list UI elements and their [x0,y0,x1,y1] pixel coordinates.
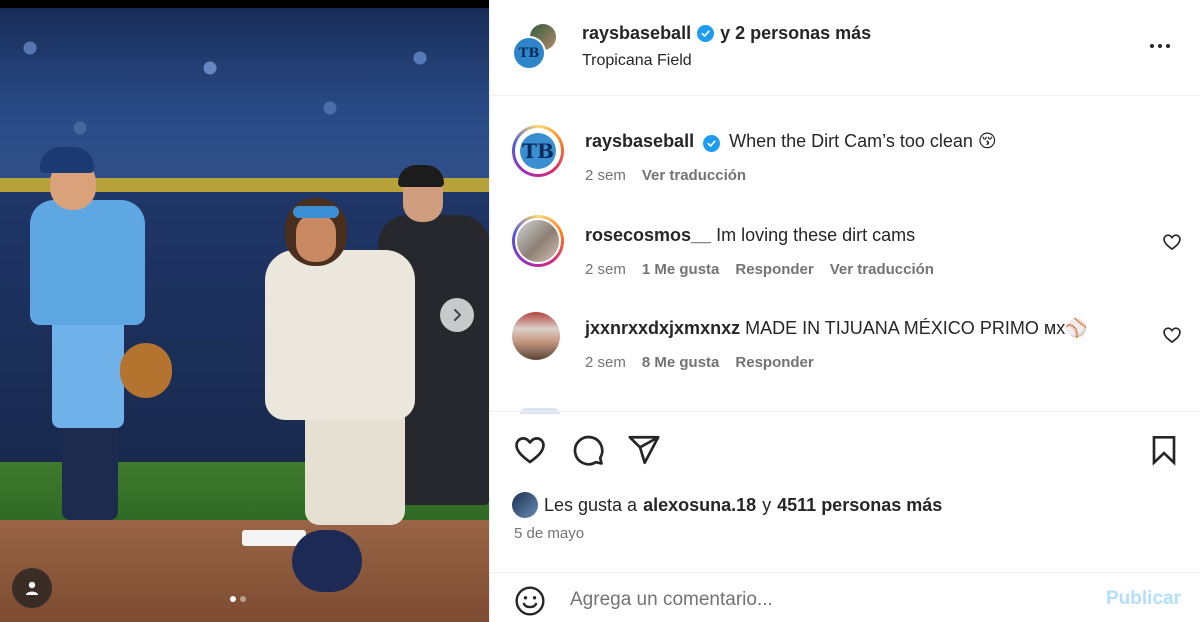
comment-meta: 2 sem 8 Me gusta Responder [585,354,814,371]
post-date[interactable]: 5 de mayo [514,525,584,542]
comment-reply-button[interactable]: Responder [735,354,813,371]
comment-text: jxxnrxxdxjxmxnxz MADE IN TIJUANA MÉXICO … [585,318,1088,339]
header-username[interactable]: raysbaseball [582,23,691,44]
next-arrow-icon [454,309,461,321]
umpire-cap [398,165,444,187]
comment-likes[interactable]: 1 Me gusta [642,261,720,278]
more-options-icon[interactable] [1145,36,1175,56]
batting-helmet [292,530,362,592]
likes-summary[interactable]: Les gusta a alexosuna.18 y 4511 personas… [512,492,942,518]
post-photo[interactable] [0,0,489,622]
player-rays-jersey [265,250,415,420]
like-button[interactable] [512,432,548,468]
comment-body: MADE IN TIJUANA MÉXICO PRIMO ᴍx⚾ [745,318,1088,338]
caption-body: When the Dirt Cam’s too clean 😚 [729,131,997,151]
verified-icon [703,135,721,152]
comment-translate[interactable]: Ver traducción [830,261,934,278]
player-blue-jays-jersey [30,200,145,325]
post-actions: Les gusta a alexosuna.18 y 4511 personas… [490,411,1200,622]
collab-avatar-primary: TB [512,36,546,70]
comments-list[interactable]: TB raysbaseball When the Dirt Cam’s too … [490,97,1200,411]
emoji-button[interactable] [512,583,548,619]
carousel-dot-active [230,596,236,602]
likes-prefix: Les gusta a [544,494,638,515]
caption-username[interactable]: raysbaseball [585,131,694,151]
player-blue-jays-legs [52,318,124,428]
likes-user[interactable]: alexosuna.18 [643,495,756,516]
player-blue-jays-cap [40,147,94,173]
comment-username[interactable]: jxxnrxxdxjxmxnxz [585,318,740,338]
share-icon [628,435,660,465]
likes-conj: y [762,494,772,515]
collab-avatars[interactable]: TB [512,22,560,72]
comment-avatar[interactable] [512,312,560,360]
comment-meta: 2 sem 1 Me gusta Responder Ver traducció… [585,261,934,278]
comment-input[interactable] [570,585,1090,615]
heart-icon[interactable] [1162,232,1182,252]
save-button[interactable] [1146,432,1182,468]
comment-reply-button[interactable]: Responder [735,261,813,278]
comment-username[interactable]: rosecosmos__ [585,225,711,245]
player-glove [120,343,172,398]
rays-logo: TB [520,133,556,169]
header-collaborators[interactable]: y 2 personas más [720,23,871,44]
liker-avatar [512,492,538,518]
tagged-users-button[interactable] [12,568,52,608]
caption-avatar[interactable]: TB [512,125,564,177]
caption-meta: 2 sem Ver traducción [585,167,746,184]
publish-button[interactable]: Publicar [1106,588,1181,610]
header-author: raysbaseball y 2 personas más [582,23,871,44]
player-rays-legs [305,405,405,525]
carousel-indicator [230,596,246,602]
verified-icon [697,25,715,42]
comment-avatar[interactable] [512,215,564,267]
caption-text: raysbaseball When the Dirt Cam’s too cle… [585,131,997,152]
player-rays-headband [293,206,339,218]
emoji-icon [515,586,545,616]
user-tag-icon [26,581,38,595]
photo-top-edge [0,0,489,8]
comment-text: rosecosmos__ Im loving these dirt cams [585,225,915,246]
comment-likes[interactable]: 8 Me gusta [642,354,720,371]
share-button[interactable] [626,432,662,468]
carousel-dot [240,596,246,602]
post-details-panel: TB raysbaseball y 2 personas más Tropica… [489,0,1200,622]
header-location[interactable]: Tropicana Field [582,52,692,70]
comment-composer: Publicar [490,572,1200,622]
player-rays-face [296,214,336,262]
carousel-next-button[interactable] [440,298,474,332]
save-icon [1152,436,1176,466]
comment-button[interactable] [570,432,606,468]
comment-time[interactable]: 2 sem [585,261,626,278]
heart-icon[interactable] [1162,325,1182,345]
post-header: TB raysbaseball y 2 personas más Tropica… [490,0,1200,96]
comment-icon [573,435,604,466]
player-blue-jays-socks [62,420,118,520]
comment-time[interactable]: 2 sem [585,354,626,371]
heart-icon [515,437,545,464]
caption-translate[interactable]: Ver traducción [642,167,746,184]
comment-body: Im loving these dirt cams [716,225,916,245]
caption-time[interactable]: 2 sem [585,167,626,184]
likes-others[interactable]: 4511 personas más [777,495,942,516]
